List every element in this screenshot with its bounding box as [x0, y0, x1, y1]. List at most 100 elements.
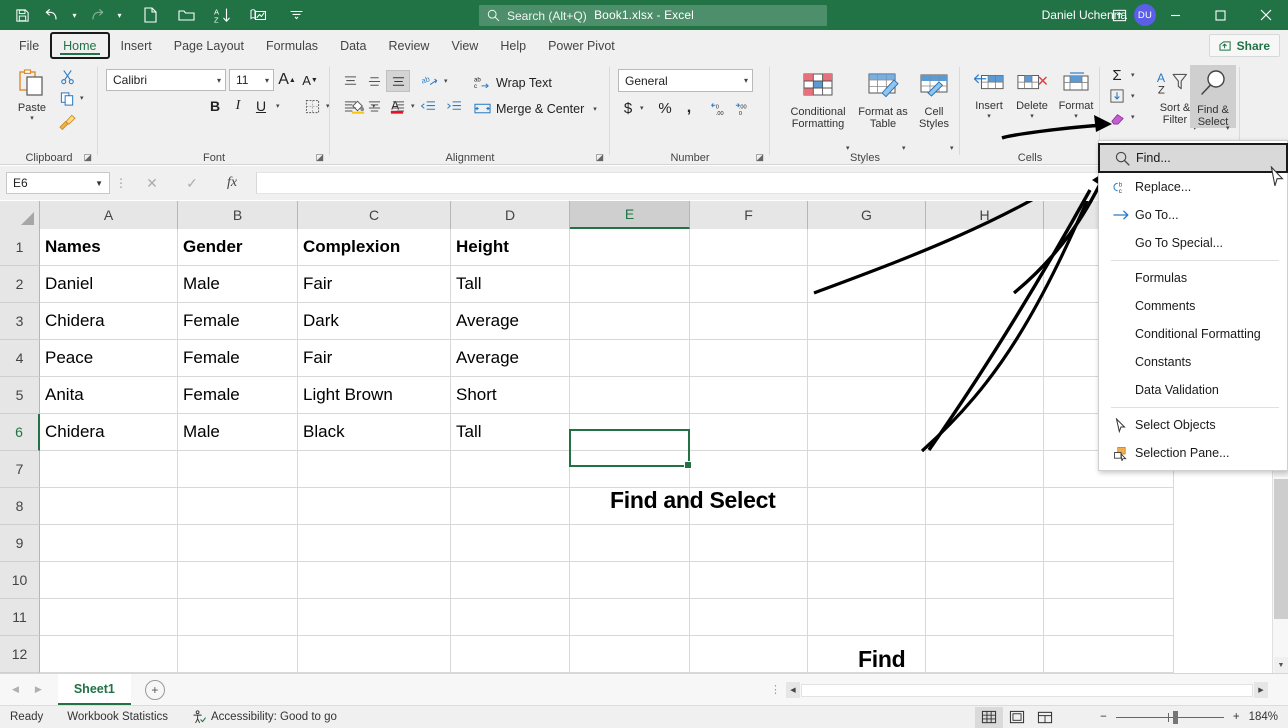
cell-f10[interactable]: [690, 562, 808, 599]
tab-help[interactable]: Help: [489, 32, 537, 59]
tab-review[interactable]: Review: [377, 32, 440, 59]
font-size-input[interactable]: 11 ▾: [229, 69, 274, 91]
column-header-g[interactable]: G: [808, 201, 926, 229]
hscroll-track[interactable]: [801, 684, 1253, 697]
format-cells-caret-icon[interactable]: ▾: [1074, 112, 1078, 120]
enter-formula-icon[interactable]: ✓: [172, 175, 212, 192]
zoom-out-button[interactable]: −: [1100, 711, 1107, 723]
cell-b8[interactable]: [178, 488, 298, 525]
cell-b2[interactable]: Male: [178, 266, 298, 303]
tab-home[interactable]: Home: [50, 32, 109, 59]
cell-g6[interactable]: [808, 414, 926, 451]
chart-icon[interactable]: [244, 3, 272, 27]
cell-f7[interactable]: [690, 451, 808, 488]
merge-center-caret-icon[interactable]: ▾: [593, 105, 597, 113]
sheet-splitter[interactable]: ⋮: [770, 683, 781, 696]
cell-f3[interactable]: [690, 303, 808, 340]
row-header-2[interactable]: 2: [0, 266, 40, 303]
delete-cells-caret-icon[interactable]: ▾: [1030, 112, 1034, 120]
search-box[interactable]: Search (Alt+Q): [479, 5, 827, 26]
cell-c2[interactable]: Fair: [298, 266, 451, 303]
cell-f2[interactable]: [690, 266, 808, 303]
menu-item-constants[interactable]: Constants: [1099, 348, 1287, 376]
undo-icon[interactable]: [38, 3, 66, 27]
borders-button[interactable]: [300, 95, 324, 117]
underline-caret-icon[interactable]: ▾: [276, 102, 280, 110]
account-area[interactable]: Daniel Uchenna DU: [1042, 0, 1156, 30]
redo-icon[interactable]: [83, 3, 111, 27]
cell-b9[interactable]: [178, 525, 298, 562]
zoom-slider[interactable]: [1116, 710, 1224, 724]
cell-c8[interactable]: [298, 488, 451, 525]
column-header-h[interactable]: H: [926, 201, 1044, 229]
cell-f6[interactable]: [690, 414, 808, 451]
scroll-down-button[interactable]: ▼: [1274, 657, 1288, 673]
align-right-button[interactable]: [386, 95, 410, 117]
select-all-corner[interactable]: [0, 201, 40, 229]
cell-e4[interactable]: [570, 340, 690, 377]
minimize-button[interactable]: [1153, 0, 1198, 30]
currency-button[interactable]: $: [618, 97, 638, 119]
copy-button[interactable]: [55, 89, 79, 109]
cell-g10[interactable]: [808, 562, 926, 599]
cell-h4[interactable]: [926, 340, 1044, 377]
menu-item-selection-pane[interactable]: Selection Pane...: [1099, 439, 1287, 467]
previous-sheet-icon[interactable]: ◀: [12, 684, 19, 695]
cell-e11[interactable]: [570, 599, 690, 636]
cell-d3[interactable]: Average: [451, 303, 570, 340]
vertical-scroll-thumb[interactable]: [1274, 479, 1288, 619]
cell-h11[interactable]: [926, 599, 1044, 636]
delete-cells-button[interactable]: Delete ▾: [1010, 67, 1054, 120]
align-middle-button[interactable]: [362, 70, 386, 92]
format-painter-button[interactable]: [53, 110, 81, 132]
cell-h8[interactable]: [926, 488, 1044, 525]
close-button[interactable]: [1243, 0, 1288, 30]
cell-d1[interactable]: Height: [451, 229, 570, 266]
percent-button[interactable]: %: [654, 97, 676, 119]
decrease-font-size-button[interactable]: A▼: [299, 69, 321, 91]
menu-item-conditional-formatting[interactable]: Conditional Formatting: [1099, 320, 1287, 348]
orientation-caret-icon[interactable]: ▾: [444, 77, 448, 85]
row-header-7[interactable]: 7: [0, 451, 40, 488]
row-header-5[interactable]: 5: [0, 377, 40, 414]
cell-b4[interactable]: Female: [178, 340, 298, 377]
cell-h3[interactable]: [926, 303, 1044, 340]
cell-c10[interactable]: [298, 562, 451, 599]
cell-e3[interactable]: [570, 303, 690, 340]
format-cells-button[interactable]: Format ▾: [1054, 67, 1098, 120]
menu-item-replace[interactable]: bc Replace...: [1099, 173, 1287, 201]
row-header-4[interactable]: 4: [0, 340, 40, 377]
cell-h2[interactable]: [926, 266, 1044, 303]
number-format-select[interactable]: General ▾: [618, 69, 753, 92]
italic-button[interactable]: I: [227, 95, 249, 117]
menu-item-go-to[interactable]: Go To...: [1099, 201, 1287, 229]
autosum-caret-icon[interactable]: ▾: [1131, 71, 1135, 79]
workbook-statistics-button[interactable]: Workbook Statistics: [67, 711, 168, 723]
paste-caret-icon[interactable]: ▾: [30, 114, 34, 122]
cell-h5[interactable]: [926, 377, 1044, 414]
cell-b6[interactable]: Male: [178, 414, 298, 451]
row-header-11[interactable]: 11: [0, 599, 40, 636]
cell-styles-caret-icon[interactable]: ▾: [950, 144, 954, 152]
share-button[interactable]: Share: [1209, 34, 1280, 57]
cell-d12[interactable]: [451, 636, 570, 673]
align-bottom-button[interactable]: [386, 70, 410, 92]
cell-e1[interactable]: [570, 229, 690, 266]
cell-c12[interactable]: [298, 636, 451, 673]
find-select-button[interactable]: Find & Select: [1190, 65, 1236, 128]
cell-d6[interactable]: Tall: [451, 414, 570, 451]
cell-e5[interactable]: [570, 377, 690, 414]
open-folder-icon[interactable]: [172, 3, 200, 27]
cell-g4[interactable]: [808, 340, 926, 377]
normal-view-button[interactable]: [975, 707, 1003, 728]
cell-c6[interactable]: Black: [298, 414, 451, 451]
cell-g8[interactable]: [808, 488, 926, 525]
copy-caret-icon[interactable]: ▾: [80, 94, 84, 102]
cell-i8[interactable]: [1044, 488, 1174, 525]
cell-b1[interactable]: Gender: [178, 229, 298, 266]
increase-indent-button[interactable]: [442, 95, 466, 117]
decrease-indent-button[interactable]: [416, 95, 440, 117]
column-header-c[interactable]: C: [298, 201, 451, 229]
menu-item-select-objects[interactable]: Select Objects: [1099, 411, 1287, 439]
cell-g9[interactable]: [808, 525, 926, 562]
